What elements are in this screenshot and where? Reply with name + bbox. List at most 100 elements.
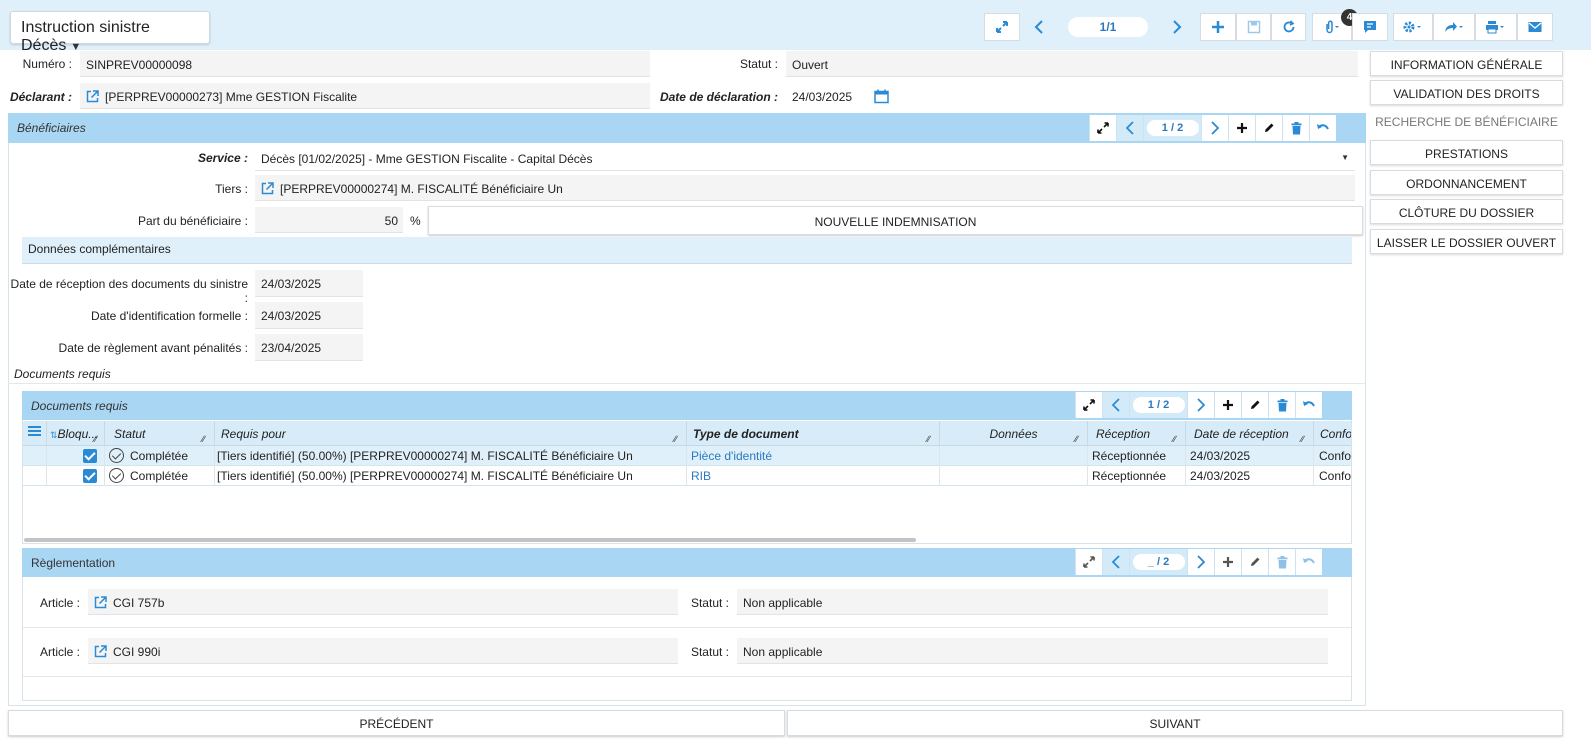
article-field[interactable]: CGI 757b (88, 589, 678, 615)
previous-button[interactable]: Précédent (8, 710, 785, 736)
reglementation-pager: _ / 2 (1129, 549, 1187, 575)
edit-pencil-icon[interactable] (1241, 392, 1268, 418)
undo-icon[interactable] (1295, 549, 1322, 575)
statut-field[interactable]: Non applicable (737, 638, 1328, 664)
donnees-cell (940, 446, 1088, 466)
date-reception-cell: 24/03/2025 (1186, 466, 1314, 486)
external-link-icon[interactable] (261, 182, 274, 195)
resize-handle-icon[interactable]: ∕∕ (1075, 434, 1078, 444)
add-icon[interactable] (1214, 392, 1241, 418)
comment-icon[interactable] (1352, 13, 1388, 41)
expand-icon[interactable] (1089, 115, 1116, 141)
sidebar-item-information-generale[interactable]: Information générale (1370, 51, 1563, 76)
screen-title-dropdown[interactable]: Instruction sinistre Décès ▼ (10, 11, 210, 54)
declarant-label: Déclarant : (9, 90, 72, 104)
donnees-complementaires-header[interactable]: Données complémentaires (22, 237, 1352, 264)
service-value: Décès [01/02/2025] - Mme GESTION Fiscali… (261, 152, 593, 166)
sidebar-item-validation-droits[interactable]: Validation des droits (1370, 80, 1563, 105)
tiers-label: Tiers : (215, 182, 248, 196)
next-record-icon[interactable] (1160, 13, 1194, 41)
column-donnees[interactable]: Données (940, 421, 1088, 445)
column-requis-pour[interactable]: Requis pour (215, 421, 687, 445)
blocked-checkbox[interactable] (47, 446, 105, 466)
expand-icon[interactable] (1075, 392, 1102, 418)
sidebar-item-cloture-dossier[interactable]: Clôture du dossier (1370, 199, 1563, 224)
resize-handle-icon[interactable]: ∕∕ (94, 434, 97, 444)
statut-field[interactable]: Non applicable (737, 589, 1328, 615)
settings-gear-icon[interactable] (1393, 13, 1433, 41)
print-icon[interactable] (1475, 13, 1517, 41)
statut-field[interactable]: Ouvert (786, 51, 1358, 77)
declarant-field[interactable]: [PERPREV00000273] Mme GESTION Fiscalite (80, 83, 650, 109)
part-beneficiaire-field[interactable]: 50 (255, 207, 403, 233)
add-icon[interactable] (1214, 549, 1241, 575)
expand-icon[interactable] (1075, 549, 1102, 575)
previous-record-icon[interactable] (1022, 13, 1056, 41)
edit-pencil-icon[interactable] (1255, 115, 1282, 141)
expand-icon[interactable] (984, 13, 1020, 41)
date-reception-field[interactable]: 24/03/2025 (255, 270, 363, 297)
date-identification-label: Date d'identification formelle : (90, 309, 248, 323)
resize-handle-icon[interactable]: ∕∕ (1173, 434, 1176, 444)
delete-trash-icon[interactable] (1268, 549, 1295, 575)
type-document-link[interactable]: Pièce d'identité (687, 446, 940, 466)
sidebar-item-recherche-beneficiaire[interactable]: Recherche de bénéficiaire (1370, 109, 1563, 134)
undo-icon[interactable] (1295, 392, 1322, 418)
date-identification-field[interactable]: 24/03/2025 (255, 302, 363, 329)
edit-pencil-icon[interactable] (1241, 549, 1268, 575)
share-forward-icon[interactable] (1433, 13, 1475, 41)
service-select[interactable]: Décès [01/02/2025] - Mme GESTION Fiscali… (255, 145, 1355, 171)
table-row[interactable]: Complétée [Tiers identifié] (50.00%) [PE… (23, 446, 1351, 466)
resize-handle-icon[interactable]: ∕∕ (1301, 434, 1304, 444)
resize-handle-icon[interactable]: ∕∕ (927, 434, 930, 444)
external-link-icon[interactable] (94, 596, 107, 609)
add-icon[interactable] (1200, 13, 1236, 41)
documents-requis-caption: Documents requis (14, 367, 111, 381)
save-icon[interactable] (1236, 13, 1271, 41)
numero-field[interactable]: SINPREV00000098 (80, 51, 650, 77)
sidebar-item-ordonnancement[interactable]: Ordonnancement (1370, 170, 1563, 195)
column-date-reception[interactable]: Date de réception (1186, 421, 1314, 445)
column-statut[interactable]: Statut (105, 421, 215, 445)
resize-handle-icon[interactable]: ∕∕ (202, 434, 205, 444)
next-icon[interactable] (1187, 549, 1214, 575)
previous-icon[interactable] (1116, 115, 1143, 141)
resize-handle-icon[interactable]: ∕∕ (674, 434, 677, 444)
sidebar-item-laisser-ouvert[interactable]: Laisser le dossier ouvert (1370, 229, 1563, 254)
external-link-icon[interactable] (94, 645, 107, 658)
email-icon[interactable] (1517, 13, 1553, 41)
delete-trash-icon[interactable] (1282, 115, 1309, 141)
blocked-checkbox[interactable] (47, 466, 105, 486)
next-icon[interactable] (1201, 115, 1228, 141)
horizontal-scrollbar[interactable] (24, 538, 916, 542)
documents-toolbar: 1 / 2 (1075, 392, 1322, 418)
donnees-complementaires-title: Données complémentaires (28, 242, 171, 256)
reglementation-title: Règlementation (31, 556, 116, 570)
external-link-icon[interactable] (86, 90, 99, 103)
column-reception[interactable]: Réception (1088, 421, 1186, 445)
delete-trash-icon[interactable] (1268, 392, 1295, 418)
undo-icon[interactable] (1309, 115, 1336, 141)
previous-icon[interactable] (1102, 549, 1129, 575)
type-document-link[interactable]: RIB (687, 466, 940, 486)
next-button[interactable]: Suivant (787, 710, 1563, 736)
donnees-cell (940, 466, 1088, 486)
table-row[interactable]: Complétée [Tiers identifié] (50.00%) [PE… (23, 466, 1351, 486)
refresh-icon[interactable] (1271, 13, 1306, 41)
next-icon[interactable] (1187, 392, 1214, 418)
reception-cell: Réceptionnée (1088, 446, 1186, 466)
column-conformite[interactable]: Confo (1314, 421, 1351, 445)
beneficiaires-title: Bénéficiaires (17, 121, 86, 135)
reception-cell: Réceptionnée (1088, 466, 1186, 486)
nouvelle-indemnisation-button[interactable]: Nouvelle indemnisation (428, 206, 1363, 235)
previous-icon[interactable] (1102, 392, 1129, 418)
date-declaration-field[interactable]: 24/03/2025 (786, 83, 866, 109)
sidebar-item-prestations[interactable]: Prestations (1370, 140, 1563, 165)
add-icon[interactable] (1228, 115, 1255, 141)
column-menu-icon[interactable] (23, 421, 47, 445)
column-type-document[interactable]: Type de document (687, 421, 940, 445)
date-reglement-field[interactable]: 23/04/2025 (255, 334, 363, 361)
calendar-icon[interactable] (874, 89, 889, 104)
article-field[interactable]: CGI 990i (88, 638, 678, 664)
tiers-field[interactable]: [PERPREV00000274] M. FISCALITÉ Bénéficia… (255, 175, 1355, 201)
